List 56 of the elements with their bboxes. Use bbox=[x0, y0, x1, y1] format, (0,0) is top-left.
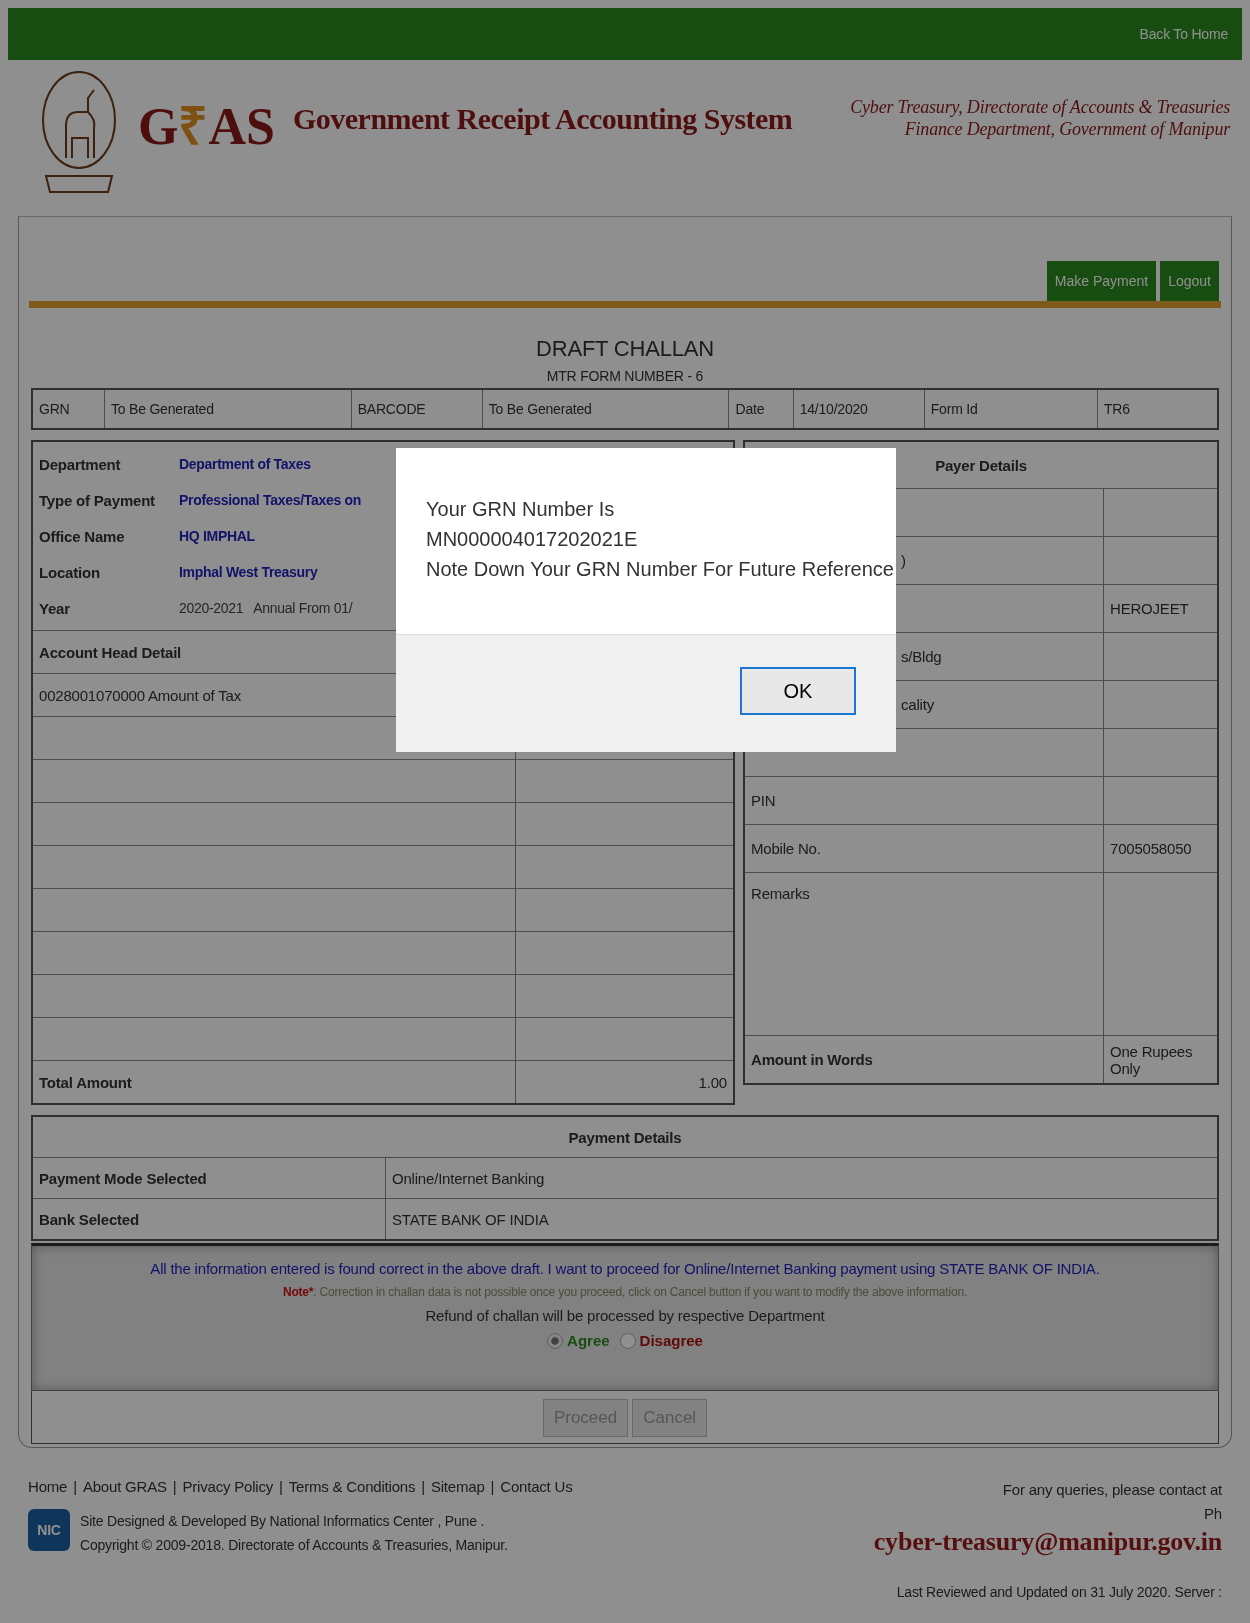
credit-text: Copyright © 2009-2018. Directorate of Accounts & Treasuries, Manipur. bbox=[80, 1536, 508, 1555]
back-to-home-link[interactable]: Back To Home bbox=[1139, 26, 1228, 42]
make-payment-button[interactable]: Make Payment bbox=[1046, 261, 1157, 301]
field-label: ) bbox=[901, 552, 906, 569]
footer-link[interactable]: About GRAS bbox=[82, 1478, 167, 1495]
field-value: One Rupees Only bbox=[1110, 1042, 1193, 1077]
field-value: Imphal West Treasury bbox=[179, 564, 318, 580]
logout-button[interactable]: Logout bbox=[1160, 261, 1219, 301]
field-label: Remarks bbox=[751, 885, 810, 902]
challan-subtitle: MTR FORM NUMBER - 6 bbox=[545, 368, 705, 384]
organization-name: Cyber Treasury, Directorate of Accounts & Treasuries Finance Department, Government of Manipur bbox=[850, 96, 1230, 140]
phone-label: Ph bbox=[1203, 1504, 1222, 1524]
footer-link[interactable]: Home bbox=[28, 1478, 68, 1495]
refund-note: Refund of challan will be processed by respective Department bbox=[424, 1307, 826, 1324]
separator: | bbox=[172, 1478, 177, 1495]
field-value: 2020-2021 Annual From 01/ bbox=[179, 600, 353, 616]
table-cell: 1.00 bbox=[515, 1060, 733, 1103]
field-label: Department bbox=[39, 455, 122, 473]
separator: | bbox=[73, 1478, 77, 1495]
footer-link[interactable]: Privacy Policy bbox=[182, 1478, 274, 1495]
field-label: Mobile No. bbox=[751, 840, 821, 857]
field-label: Year bbox=[39, 599, 71, 617]
logo-text: G₹AS bbox=[138, 97, 275, 157]
ok-button[interactable]: OK bbox=[740, 667, 856, 715]
footer-link[interactable]: Terms & Conditions bbox=[288, 1478, 416, 1495]
field-value: HEROJEET bbox=[1110, 600, 1189, 617]
update-text: Last Reviewed and Updated on 31 July 2020. Server : bbox=[895, 1583, 1222, 1602]
challan-title: DRAFT CHALLAN bbox=[535, 336, 715, 362]
field-label: Amount in Words bbox=[751, 1051, 873, 1068]
footer-link[interactable]: Sitemap bbox=[430, 1478, 485, 1495]
separator: | bbox=[279, 1478, 283, 1495]
radio-option[interactable]: Disagree bbox=[619, 1332, 703, 1349]
field-value: HQ IMPHAL bbox=[179, 528, 255, 544]
separator: | bbox=[490, 1478, 495, 1495]
contact-text: For any queries, please contact at bbox=[1001, 1480, 1222, 1500]
footer-link[interactable]: Contact Us bbox=[500, 1478, 573, 1495]
radio-option[interactable]: Agree bbox=[547, 1332, 610, 1349]
separator: | bbox=[421, 1478, 425, 1495]
field-label: cality bbox=[901, 696, 934, 713]
credit-text: Site Designed & Developed By National Informatics Center , Pune . bbox=[80, 1512, 486, 1531]
field-label: Type of Payment bbox=[39, 491, 156, 509]
field-value: Department of Taxes bbox=[179, 456, 311, 472]
nic-logo: NIC bbox=[28, 1509, 70, 1551]
field-label: Location bbox=[39, 563, 101, 581]
table-cell: Total Amount bbox=[33, 1060, 516, 1103]
site-title: Government Receipt Accounting System bbox=[292, 102, 793, 136]
table-cell: Payment Mode Selected bbox=[32, 1157, 386, 1199]
agreement-statement: All the information entered is found correct in the above draft. I want to proceed for Online/Internet Banking payment using STATE BANK OF INDIA. bbox=[149, 1260, 1101, 1277]
field-label: s/Bldg bbox=[901, 648, 942, 665]
field-value: 7005058050 bbox=[1110, 840, 1192, 857]
dialog-message: Your GRN Number Is MN000004017202021E Note Down Your GRN Number For Future Reference bbox=[425, 497, 895, 582]
field-label: Office Name bbox=[39, 527, 126, 545]
field-value: Professional Taxes/Taxes on bbox=[179, 492, 361, 508]
email-link[interactable]: cyber-treasury@manipur.gov.in bbox=[873, 1530, 1222, 1554]
field-label: PIN bbox=[751, 792, 776, 809]
correction-note: Note*: Correction in challan data is not possible once you proceed, click on Cancel button if you want to modify the above information. bbox=[281, 1285, 969, 1299]
